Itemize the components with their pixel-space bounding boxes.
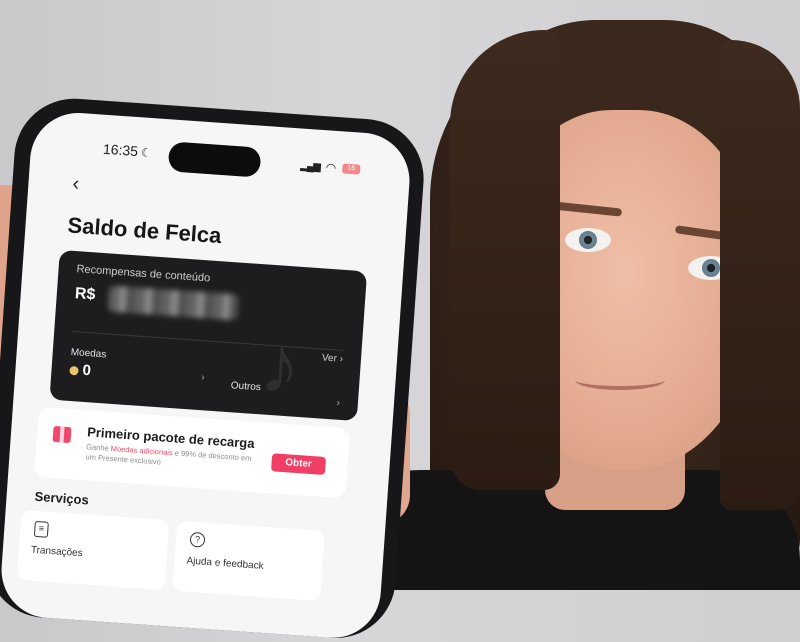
person-left-eye [565, 228, 611, 252]
phone-screen: 16:35 ☾ ▂▄▆ ◠ 16 ‹ Saldo de Felca ♪ Recom… [0, 109, 413, 642]
services-heading: Serviços [34, 488, 90, 508]
status-icons: ▂▄▆ ◠ 16 [300, 159, 361, 177]
balance-value-blurred [107, 285, 240, 321]
receipt-icon: ≡ [33, 520, 49, 538]
coin-icon [69, 365, 79, 376]
coins-chevron-icon[interactable]: › [201, 372, 205, 383]
wifi-icon: ◠ [325, 160, 337, 176]
balance-card[interactable]: ♪ Recompensas de conteúdo R$ Ver › Moeda… [49, 249, 368, 422]
promo-desc-prefix: Ganhe [85, 442, 112, 453]
view-link[interactable]: Ver › [321, 352, 343, 364]
signal-icon: ▂▄▆ [300, 160, 321, 173]
back-arrow-icon[interactable]: ‹ [72, 173, 80, 196]
person-hair-left [450, 30, 560, 490]
status-time-text: 16:35 [102, 140, 139, 160]
coins-label: Moedas [70, 346, 107, 361]
balance-label: Recompensas de conteúdo [76, 263, 211, 285]
battery-icon: 16 [341, 163, 361, 175]
obter-button[interactable]: Obter [270, 453, 327, 475]
tiktok-logo-watermark-icon: ♪ [257, 319, 304, 411]
balance-currency: R$ [74, 285, 96, 304]
coins-value: 0 [81, 361, 92, 380]
recharge-promo-card[interactable]: Primeiro pacote de recarga Ganhe Moedas … [34, 406, 351, 499]
service-label: Transações [30, 544, 84, 560]
help-icon: ? [189, 531, 206, 548]
service-label: Ajuda e feedback [186, 555, 264, 572]
person-mouth [575, 370, 665, 390]
status-time: 16:35 ☾ [103, 141, 153, 160]
others-chevron-icon[interactable]: › [336, 398, 340, 409]
gift-icon [52, 425, 72, 444]
others-label[interactable]: Outros [230, 380, 261, 393]
service-help-feedback[interactable]: ? Ajuda e feedback [172, 520, 325, 601]
moon-icon: ☾ [140, 145, 153, 161]
page-title: Saldo de Felca [66, 212, 223, 249]
service-transactions[interactable]: ≡ Transações [16, 509, 170, 591]
view-link-text: Ver [321, 352, 338, 365]
photo-scene: 16:35 ☾ ▂▄▆ ◠ 16 ‹ Saldo de Felca ♪ Recom… [0, 0, 800, 642]
dynamic-island [167, 141, 262, 178]
person-hair-right [720, 40, 800, 510]
